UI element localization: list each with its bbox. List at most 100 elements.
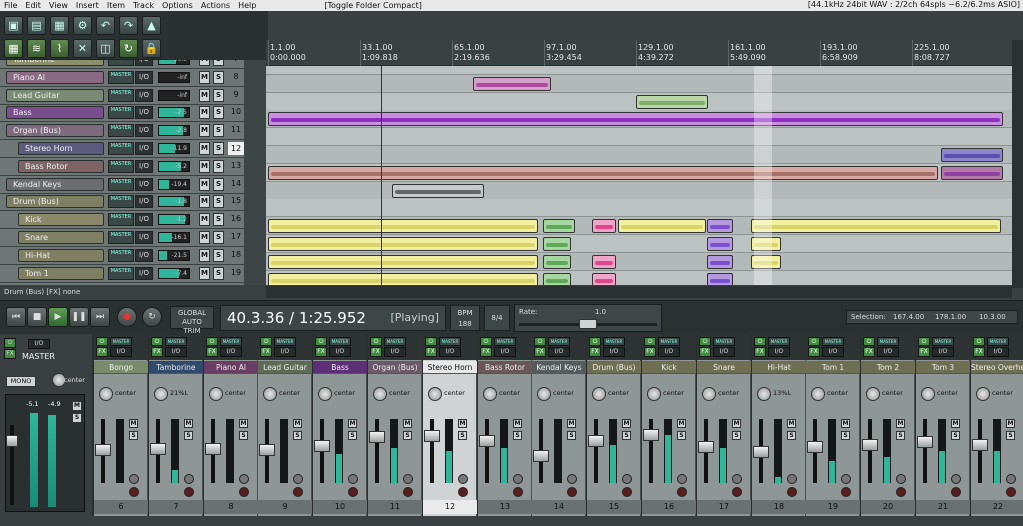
master-fx-button[interactable]: FX <box>4 349 16 359</box>
strip-master-send[interactable]: MASTER <box>220 337 242 346</box>
track-mute-button[interactable]: M <box>199 142 210 155</box>
record-arm-button[interactable] <box>348 487 358 497</box>
record-arm-button[interactable] <box>787 487 797 497</box>
record-arm-button[interactable] <box>293 487 303 497</box>
strip-mute-button[interactable]: M <box>348 419 357 428</box>
media-item[interactable] <box>751 219 1001 233</box>
strip-mute-button[interactable]: M <box>239 419 248 428</box>
strip-fx-button[interactable]: FX <box>973 347 985 357</box>
media-item[interactable] <box>268 112 1003 126</box>
strip-solo-button[interactable]: S <box>787 431 796 440</box>
strip-master-send[interactable]: MASTER <box>768 337 790 346</box>
track-io-button[interactable]: I/O <box>135 60 153 66</box>
track-volume[interactable]: -1.8 <box>158 196 190 207</box>
phase-button[interactable] <box>348 474 358 484</box>
track-row[interactable]: Bass MASTER I/O -2.5 M S 10 <box>0 104 244 122</box>
go-to-start-button[interactable]: ⏮ <box>6 307 26 327</box>
master-solo-button[interactable]: S <box>72 413 82 423</box>
media-item[interactable] <box>268 166 938 180</box>
strip-fx-button[interactable]: FX <box>206 347 218 357</box>
pan-knob[interactable] <box>209 387 223 401</box>
strip-master-send[interactable]: MASTER <box>877 337 899 346</box>
pan-knob[interactable] <box>483 387 497 401</box>
strip-io-button[interactable]: I/O <box>932 347 954 357</box>
menu-item[interactable]: Item <box>103 1 129 10</box>
go-to-end-button[interactable]: ⏭ <box>90 307 110 327</box>
save-project-button[interactable]: ▦ <box>50 16 69 35</box>
track-lane[interactable] <box>266 66 1012 75</box>
phase-button[interactable] <box>129 474 139 484</box>
strip-power-button[interactable]: ⏻ <box>480 337 492 346</box>
media-item[interactable] <box>543 255 571 269</box>
strip-power-button[interactable]: ⏻ <box>863 337 875 346</box>
strip-solo-button[interactable]: S <box>239 431 248 440</box>
track-volume[interactable]: -21.5 <box>158 250 190 261</box>
track-master-send[interactable]: MASTER <box>108 231 134 244</box>
strip-master-send[interactable]: MASTER <box>987 337 1009 346</box>
menu-insert[interactable]: Insert <box>72 1 103 10</box>
track-master-send[interactable]: MASTER <box>108 178 134 191</box>
pan-knob[interactable] <box>428 387 442 401</box>
strip-power-button[interactable]: ⏻ <box>260 337 272 346</box>
strip-mute-button[interactable]: M <box>896 419 905 428</box>
media-item[interactable] <box>268 219 538 233</box>
track-master-send[interactable]: MASTER <box>108 124 134 137</box>
media-item[interactable] <box>543 219 575 233</box>
track-lane[interactable] <box>266 75 1012 93</box>
master-fader[interactable] <box>6 435 18 447</box>
track-row[interactable]: Kick MASTER I/O -1.2 M S 16 <box>0 211 244 229</box>
track-mute-button[interactable]: M <box>199 89 210 102</box>
envelope-button[interactable]: ⌇ <box>50 39 69 58</box>
strip-power-button[interactable]: ⏻ <box>151 337 163 346</box>
track-row[interactable]: Drum (Bus) MASTER I/O -1.8 M S 15 <box>0 193 244 211</box>
track-master-send[interactable]: MASTER <box>108 249 134 262</box>
track-volume[interactable]: -19.4 <box>158 179 190 190</box>
phase-button[interactable] <box>951 474 961 484</box>
menu-help[interactable]: Help <box>234 1 260 10</box>
mixer-scrollbar[interactable] <box>92 516 1023 526</box>
pan-knob[interactable] <box>592 387 606 401</box>
strip-fx-button[interactable]: FX <box>863 347 875 357</box>
track-mute-button[interactable]: M <box>199 195 210 208</box>
menu-view[interactable]: View <box>45 1 72 10</box>
volume-fader[interactable] <box>314 440 330 452</box>
strip-io-button[interactable]: I/O <box>329 347 351 357</box>
record-arm-button[interactable] <box>184 487 194 497</box>
record-button[interactable]: ● <box>117 307 137 327</box>
media-item[interactable] <box>268 255 538 269</box>
track-row[interactable]: Tom 1 MASTER I/O -7.4 M S 19 <box>0 265 244 283</box>
strip-power-button[interactable]: ⏻ <box>206 337 218 346</box>
track-row[interactable]: Stereo Horn MASTER I/O -11.9 M S 12 <box>0 140 244 158</box>
track-row[interactable]: Organ (Bus) MASTER I/O -2.8 M S 11 <box>0 122 244 140</box>
pan-knob[interactable] <box>318 387 332 401</box>
strip-master-send[interactable]: MASTER <box>439 337 461 346</box>
track-lane[interactable] <box>266 146 1012 164</box>
strip-mute-button[interactable]: M <box>787 419 796 428</box>
media-item[interactable] <box>392 184 484 198</box>
volume-fader[interactable] <box>205 443 221 455</box>
track-master-send[interactable]: MASTER <box>108 106 134 119</box>
open-project-button[interactable]: ▤ <box>27 16 46 35</box>
strip-fx-button[interactable]: FX <box>918 347 930 357</box>
strip-fx-button[interactable]: FX <box>534 347 546 357</box>
record-arm-button[interactable] <box>513 487 523 497</box>
strip-solo-button[interactable]: S <box>1006 431 1015 440</box>
volume-fader[interactable] <box>588 435 604 447</box>
strip-solo-button[interactable]: S <box>622 431 631 440</box>
pan-knob[interactable] <box>537 387 551 401</box>
settings-button[interactable]: ⚙ <box>73 16 92 35</box>
play-button[interactable]: ▶ <box>48 307 68 327</box>
media-item[interactable] <box>636 95 708 109</box>
track-mute-button[interactable]: M <box>199 124 210 137</box>
media-item[interactable] <box>268 273 538 285</box>
pan-knob[interactable] <box>976 387 990 401</box>
volume-fader[interactable] <box>533 450 549 462</box>
track-solo-button[interactable]: S <box>213 267 224 280</box>
track-solo-button[interactable]: S <box>213 106 224 119</box>
undo-button[interactable]: ↶ <box>96 16 115 35</box>
strip-fx-button[interactable]: FX <box>260 347 272 357</box>
volume-fader[interactable] <box>807 441 823 453</box>
media-item[interactable] <box>941 148 1003 162</box>
redo-button[interactable]: ↷ <box>119 16 138 35</box>
volume-fader[interactable] <box>150 443 166 455</box>
